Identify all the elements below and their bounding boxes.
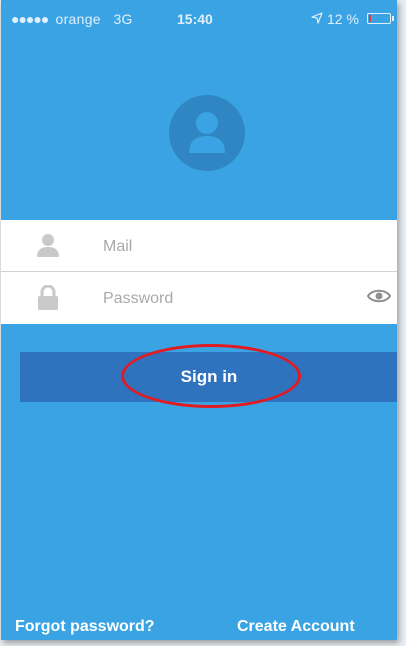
carrier-name: orange xyxy=(55,11,101,27)
create-account-link[interactable]: Create Account xyxy=(237,618,355,636)
user-avatar-icon xyxy=(169,95,245,171)
carrier-info: ●●●●● orange 3G xyxy=(11,11,133,27)
eye-icon[interactable] xyxy=(366,288,392,309)
mail-input[interactable] xyxy=(101,232,345,262)
location-arrow-icon xyxy=(311,11,323,27)
battery-icon xyxy=(367,13,394,24)
login-screen: ●●●●● orange 3G 15:40 12 % Mail Sign in … xyxy=(1,0,397,640)
login-form xyxy=(1,220,397,324)
lock-icon xyxy=(37,284,59,316)
user-icon xyxy=(37,233,59,262)
battery-level xyxy=(369,15,371,22)
signal-strength-icon: ●●●●● xyxy=(11,11,49,27)
clock-time: 15:40 xyxy=(177,11,213,27)
password-input[interactable] xyxy=(101,284,345,314)
battery-percent: 12 % xyxy=(327,11,359,27)
forgot-password-link[interactable]: Forgot password? xyxy=(15,618,155,636)
network-type: 3G xyxy=(113,11,133,27)
status-bar: ●●●●● orange 3G 15:40 12 % xyxy=(1,0,397,40)
mail-row xyxy=(1,220,397,271)
sign-in-button[interactable]: Sign in xyxy=(20,352,397,402)
password-row xyxy=(1,271,397,323)
